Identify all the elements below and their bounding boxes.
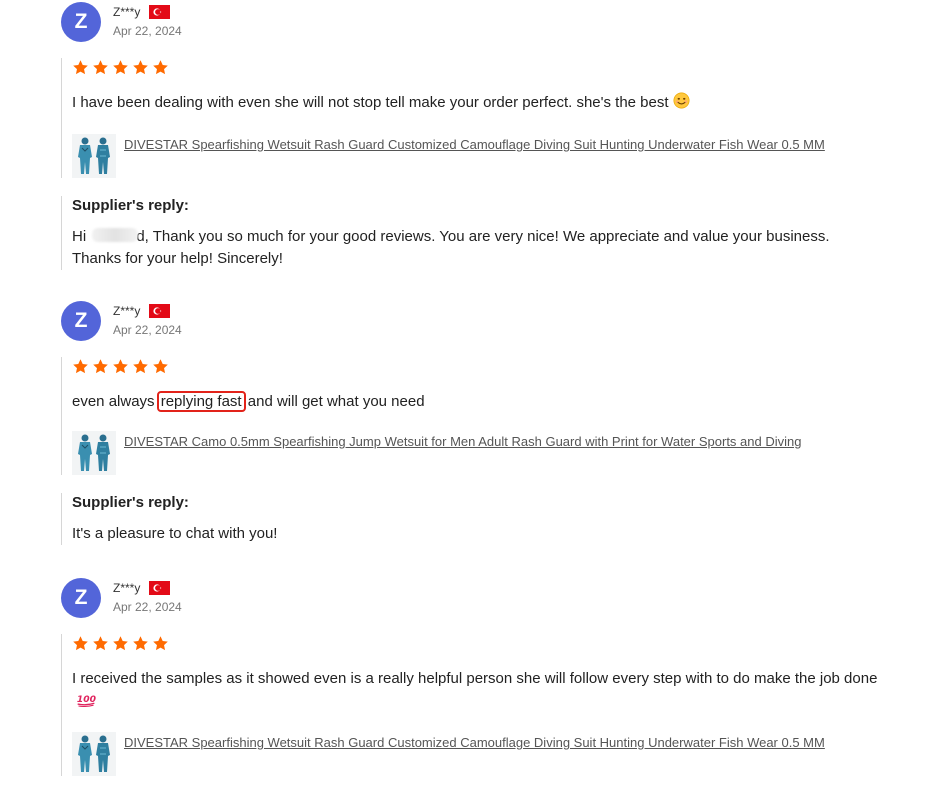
review-text: even always replying fast and will get w… [72,391,880,413]
reply-text: Hi d, Thank you so much for your good re… [72,226,880,270]
supplier-reply: Supplier's reply: It's a pleasure to cha… [61,493,880,545]
product-thumbnail[interactable] [72,732,116,776]
reply-title: Supplier's reply: [72,494,189,511]
turkey-flag-icon [149,304,170,318]
star-rating [72,58,880,77]
review-item: Z Z***y Apr 22, 2024 I have been dealing… [60,2,880,270]
product-name-link[interactable]: DIVESTAR Spearfishing Wetsuit Rash Guard… [124,136,864,154]
product-name-link[interactable]: DIVESTAR Camo 0.5mm Spearfishing Jump We… [124,433,864,451]
star-icon [72,635,89,653]
star-icon [132,635,149,653]
review-date: Apr 22, 2024 [113,323,182,337]
product-thumbnail[interactable] [72,134,116,178]
supplier-reply: Supplier's reply: Hi d, Thank you so muc… [61,196,880,270]
highlighted-phrase: replying fast [156,391,246,412]
reviewer-name: Z***y [113,304,141,318]
review-item: Z Z***y Apr 22, 2024 I received the samp… [60,578,880,776]
star-icon [112,358,129,376]
product-thumbnail[interactable] [72,431,116,475]
review-body: even always replying fast and will get w… [61,357,880,475]
reviewer-name: Z***y [113,5,141,19]
star-icon [112,59,129,77]
star-icon [72,59,89,77]
review-text-content: I received the samples as it showed even… [72,670,878,687]
reply-text-rest: d, Thank you so much for your good revie… [72,228,830,267]
reply-title: Supplier's reply: [72,197,189,214]
review-text: I have been dealing with even she will n… [72,92,880,116]
star-icon [152,358,169,376]
reviewer-name: Z***y [113,581,141,595]
star-rating [72,634,880,653]
review-text-content: I have been dealing with even she will n… [72,94,669,111]
product-link-row[interactable]: DIVESTAR Spearfishing Wetsuit Rash Guard… [72,732,880,776]
review-text: I received the samples as it showed even… [72,668,880,714]
avatar: Z [61,301,101,341]
review-text-rest: and will get what you need [243,393,425,410]
review-header: Z Z***y Apr 22, 2024 [60,2,880,46]
avatar: Z [61,578,101,618]
star-icon [132,358,149,376]
star-icon [152,635,169,653]
product-link-row[interactable]: DIVESTAR Spearfishing Wetsuit Rash Guard… [72,134,880,178]
review-header: Z Z***y Apr 22, 2024 [60,301,880,345]
turkey-flag-icon [149,5,170,19]
star-icon [72,358,89,376]
star-rating [72,357,880,376]
star-icon [92,635,109,653]
redacted-name-blur [92,228,139,242]
star-icon [92,59,109,77]
review-body: I received the samples as it showed even… [61,634,880,776]
product-name-link[interactable]: DIVESTAR Spearfishing Wetsuit Rash Guard… [124,734,864,752]
review-date: Apr 22, 2024 [113,600,182,614]
star-icon [132,59,149,77]
star-icon [112,635,129,653]
review-item: Z Z***y Apr 22, 2024 even always replyin… [60,301,880,545]
reply-text-start: Hi [72,228,91,245]
reply-text: It's a pleasure to chat with you! [72,525,278,542]
smiling-face-icon [673,92,690,116]
review-body: I have been dealing with even she will n… [61,58,880,178]
reviews-list: Z Z***y Apr 22, 2024 I have been dealing… [0,0,933,786]
product-link-row[interactable]: DIVESTAR Camo 0.5mm Spearfishing Jump We… [72,431,880,475]
turkey-flag-icon [149,581,170,595]
star-icon [92,358,109,376]
star-icon [152,59,169,77]
review-date: Apr 22, 2024 [113,24,182,38]
hundred-points-icon: 100 [76,692,97,714]
review-text-start: even always [72,393,159,410]
review-header: Z Z***y Apr 22, 2024 [60,578,880,622]
avatar: Z [61,2,101,42]
